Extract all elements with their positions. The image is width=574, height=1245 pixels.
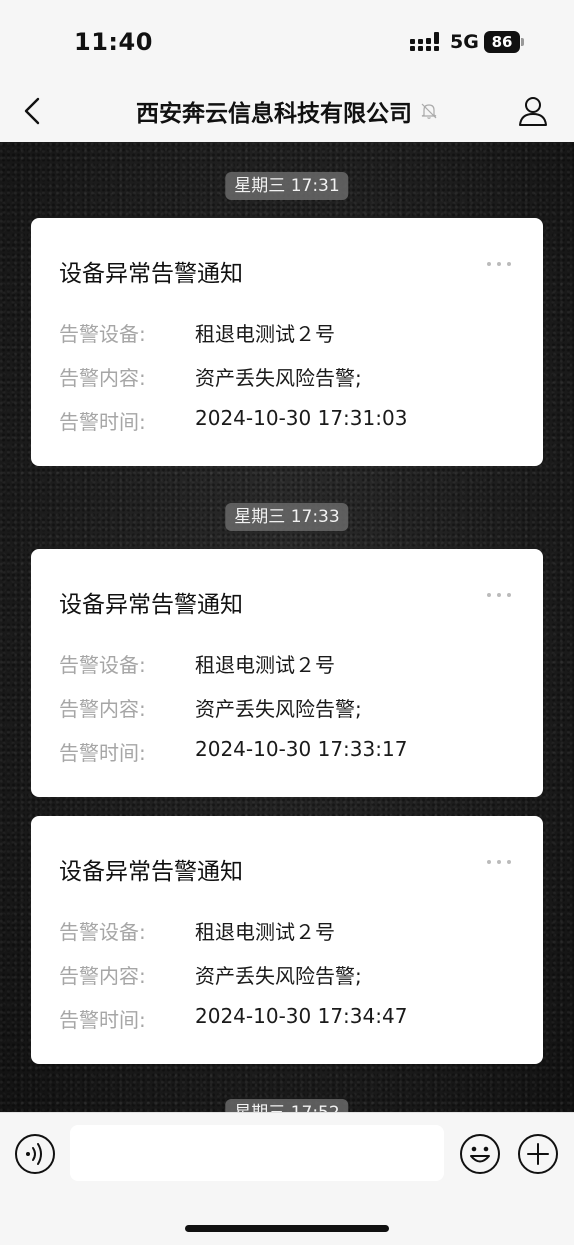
- row-label: 告警设备:: [59, 920, 146, 944]
- row-value: 租退电测试２号: [195, 920, 335, 944]
- battery-tip: [521, 38, 524, 46]
- ellipsis-icon[interactable]: [485, 256, 513, 272]
- bell-off-icon: [421, 103, 437, 119]
- row-value: 租退电测试２号: [195, 653, 335, 677]
- message-timestamp: 星期三 17:31: [225, 172, 349, 200]
- row-value: 2024-10-30 17:34:47: [195, 1004, 408, 1028]
- row-label: 告警设备:: [59, 322, 146, 346]
- ellipsis-icon[interactable]: [485, 587, 513, 603]
- smile-icon[interactable]: [459, 1133, 501, 1175]
- status-bar: 11:40 5G 86: [0, 0, 574, 80]
- row-value: 资产丢失风险告警;: [195, 697, 362, 721]
- row-label: 告警时间:: [59, 741, 146, 765]
- row-label: 告警时间:: [59, 410, 146, 434]
- message-timestamp: 星期三 17:33: [225, 503, 349, 531]
- voice-icon[interactable]: [14, 1133, 56, 1175]
- row-value: 租退电测试２号: [195, 322, 335, 346]
- network-label: 5G: [450, 31, 479, 53]
- row-label: 告警设备:: [59, 653, 146, 677]
- status-time: 11:40: [74, 28, 153, 56]
- alert-card[interactable]: 设备异常告警通知 告警设备: 租退电测试２号 告警内容: 资产丢失风险告警; 告…: [31, 816, 543, 1064]
- card-title: 设备异常告警通知: [59, 592, 243, 618]
- card-title: 设备异常告警通知: [59, 261, 243, 287]
- card-title: 设备异常告警通知: [59, 859, 243, 885]
- battery-level: 86: [484, 31, 520, 53]
- alert-card[interactable]: 设备异常告警通知 告警设备: 租退电测试２号 告警内容: 资产丢失风险告警; 告…: [31, 218, 543, 466]
- message-timestamp: 星期三 17:52: [225, 1099, 349, 1112]
- row-value: 资产丢失风险告警;: [195, 366, 362, 390]
- row-value: 2024-10-30 17:31:03: [195, 406, 408, 430]
- row-label: 告警内容:: [59, 366, 146, 390]
- plus-icon[interactable]: [517, 1133, 559, 1175]
- nav-bar: 西安奔云信息科技有限公司: [0, 80, 574, 142]
- row-label: 告警时间:: [59, 1008, 146, 1032]
- message-input[interactable]: [70, 1125, 444, 1181]
- row-value: 2024-10-30 17:33:17: [195, 737, 408, 761]
- person-icon[interactable]: [516, 94, 550, 128]
- chat-title: 西安奔云信息科技有限公司: [135, 101, 412, 127]
- signal-icon: [410, 32, 439, 51]
- battery-icon: 86: [484, 31, 524, 53]
- home-indicator[interactable]: [185, 1225, 389, 1232]
- input-bar: [0, 1112, 574, 1245]
- row-label: 告警内容:: [59, 964, 146, 988]
- chevron-left-icon[interactable]: [18, 94, 46, 128]
- ellipsis-icon[interactable]: [485, 854, 513, 870]
- chat-title-group: 西安奔云信息科技有限公司: [90, 94, 484, 128]
- row-label: 告警内容:: [59, 697, 146, 721]
- alert-card[interactable]: 设备异常告警通知 告警设备: 租退电测试２号 告警内容: 资产丢失风险告警; 告…: [31, 549, 543, 797]
- chat-area[interactable]: 星期三 17:31 设备异常告警通知 告警设备: 租退电测试２号 告警内容: 资…: [0, 142, 574, 1112]
- row-value: 资产丢失风险告警;: [195, 964, 362, 988]
